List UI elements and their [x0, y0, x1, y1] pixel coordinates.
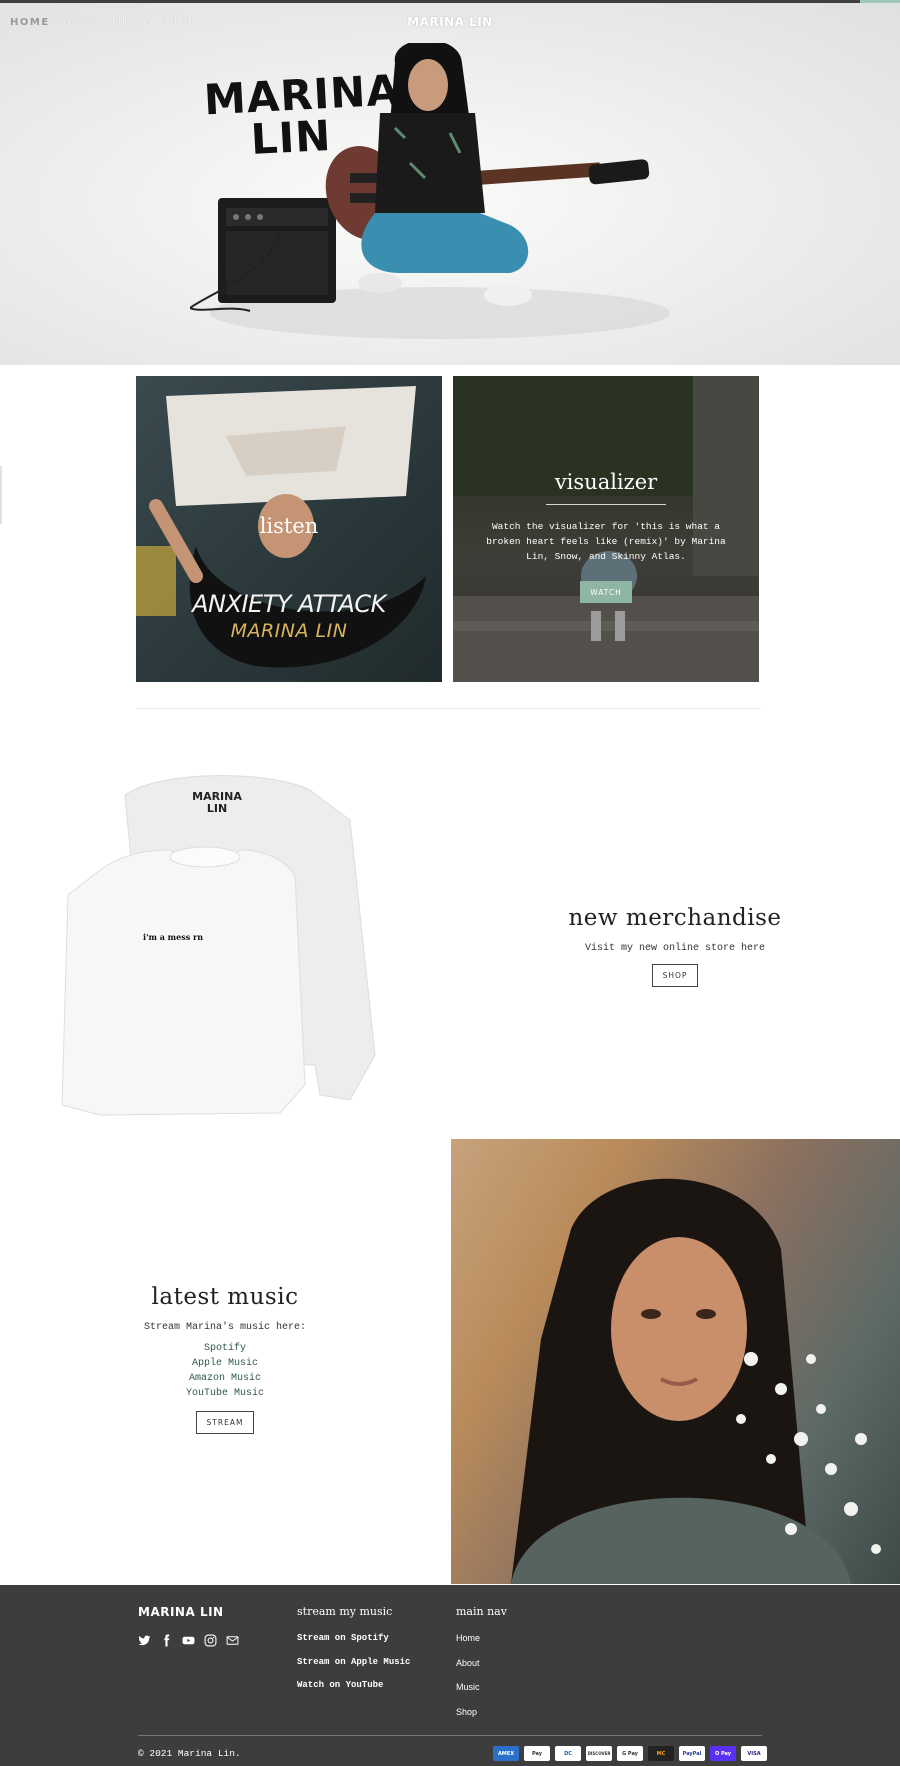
- sweatshirt-back-logo-2: LIN: [207, 802, 227, 815]
- footer-link-stream-spotify[interactable]: Stream on Spotify: [297, 1627, 410, 1651]
- instagram-icon[interactable]: [204, 1634, 217, 1647]
- footer-nav-home[interactable]: Home: [456, 1626, 507, 1651]
- merch-section: new merchandise Visit my new online stor…: [540, 905, 810, 987]
- footer-link-watch-youtube[interactable]: Watch on YouTube: [297, 1674, 410, 1698]
- diners-club-icon: DC: [555, 1746, 581, 1761]
- portrait-illustration: [511, 1178, 881, 1584]
- footer-brand: MARINA LIN: [138, 1605, 224, 1619]
- music-link-apple[interactable]: Apple Music: [110, 1356, 340, 1371]
- visualizer-title-rule: [546, 504, 666, 505]
- merch-subtitle: Visit my new online store here: [584, 943, 766, 954]
- footer-link-stream-apple[interactable]: Stream on Apple Music: [297, 1651, 410, 1675]
- footer-nav-music[interactable]: Music: [456, 1675, 507, 1700]
- visualizer-description: Watch the visualizer for 'this is what a…: [486, 521, 726, 562]
- footer-nav-heading: main nav: [456, 1605, 507, 1618]
- artist-portrait-image: [451, 1139, 900, 1584]
- footer-nav-about[interactable]: About: [456, 1651, 507, 1676]
- music-link-amazon[interactable]: Amazon Music: [110, 1371, 340, 1386]
- sweatshirt-front-text: i'm a mess rn: [143, 932, 203, 942]
- music-title: latest music: [151, 1284, 299, 1310]
- payment-icons: AMEX Pay DC DISCOVER G Pay MC PayPal O P…: [493, 1746, 767, 1761]
- google-pay-icon: G Pay: [617, 1746, 643, 1761]
- footer-nav-column: main nav Home About Music Shop: [456, 1605, 507, 1724]
- mastercard-icon: MC: [648, 1746, 674, 1761]
- footer-rule: [138, 1735, 762, 1736]
- site-title[interactable]: MARINA LIN: [0, 15, 900, 29]
- section-divider: [136, 708, 761, 709]
- music-link-spotify[interactable]: Spotify: [110, 1341, 340, 1356]
- site-footer: MARINA LIN stream my music Stream on Spo…: [0, 1585, 900, 1766]
- shop-pay-icon: O Pay: [710, 1746, 736, 1761]
- social-icons: [138, 1634, 239, 1647]
- facebook-icon[interactable]: [160, 1634, 173, 1647]
- footer-stream-column: stream my music Stream on Spotify Stream…: [297, 1605, 410, 1698]
- footer-stream-links: Stream on Spotify Stream on Apple Music …: [297, 1627, 410, 1698]
- merch-sweatshirt-image[interactable]: MARINA LIN i'm a mess rn: [60, 765, 380, 1125]
- copyright: © 2021 Marina Lin.: [138, 1748, 241, 1759]
- side-scroll-marker: [0, 466, 2, 524]
- twitter-icon[interactable]: [138, 1634, 151, 1647]
- apple-pay-icon: Pay: [524, 1746, 550, 1761]
- hero-photo-artist-with-guitar: [190, 43, 670, 339]
- footer-brand-column: MARINA LIN: [138, 1605, 239, 1647]
- discover-icon: DISCOVER: [586, 1746, 612, 1761]
- sweatshirt-front: i'm a mess rn: [61, 846, 306, 1116]
- listen-tile[interactable]: listen ANXIETY ATTACK MARINA LIN: [136, 376, 442, 682]
- stream-button[interactable]: STREAM: [195, 1411, 255, 1434]
- music-links: Spotify Apple Music Amazon Music YouTube…: [110, 1341, 340, 1401]
- visualizer-tile[interactable]: visualizer Watch the visualizer for 'thi…: [453, 376, 759, 682]
- watch-button[interactable]: WATCH: [580, 581, 632, 603]
- listen-title: listen: [259, 514, 319, 538]
- merch-title: new merchandise: [568, 905, 782, 931]
- footer-stream-heading: stream my music: [297, 1605, 393, 1618]
- paypal-icon: PayPal: [679, 1746, 705, 1761]
- visa-icon: VISA: [741, 1746, 767, 1761]
- mail-icon[interactable]: [226, 1634, 239, 1647]
- youtube-icon[interactable]: [182, 1634, 195, 1647]
- amplifier-illustration: [190, 198, 336, 312]
- amex-icon: AMEX: [493, 1746, 519, 1761]
- footer-nav-shop[interactable]: Shop: [456, 1700, 507, 1725]
- music-subtitle: Stream Marina's music here:: [143, 1322, 307, 1333]
- album-title: ANXIETY ATTACK: [192, 590, 386, 618]
- visualizer-title: visualizer: [554, 470, 658, 494]
- album-artist: MARINA LIN: [230, 620, 348, 642]
- music-section: latest music Stream Marina's music here:…: [110, 1284, 340, 1434]
- footer-nav-links: Home About Music Shop: [456, 1626, 507, 1724]
- music-link-youtube[interactable]: YouTube Music: [110, 1386, 340, 1401]
- shop-button[interactable]: SHOP: [651, 964, 699, 987]
- hero-banner: HOME ABOUT MUSIC SHOP MARINA LIN MARINA …: [0, 3, 900, 365]
